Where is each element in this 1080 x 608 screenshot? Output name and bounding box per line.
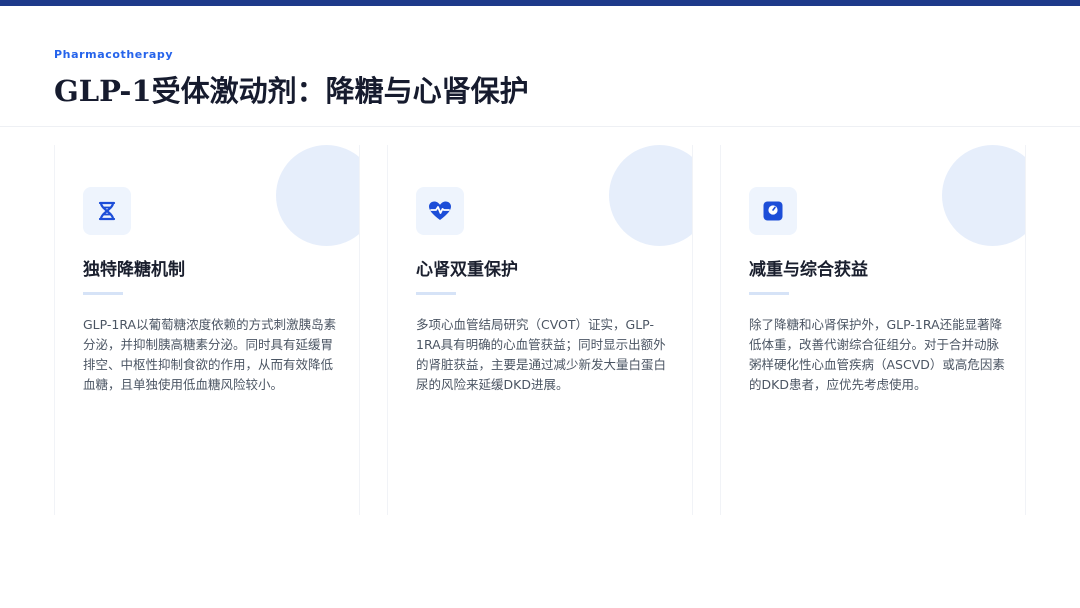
card-title: 减重与综合获益 <box>749 260 868 280</box>
decorative-circle <box>276 145 359 246</box>
card-mechanism: 独特降糖机制 GLP-1RA以葡萄糖浓度依赖的方式刺激胰岛素分泌，并抑制胰高糖素… <box>54 145 360 515</box>
page-title: GLP-1受体激动剂：降糖与心肾保护 <box>54 74 529 108</box>
icon-container <box>749 187 797 235</box>
decorative-circle <box>609 145 692 246</box>
card-body: GLP-1RA以葡萄糖浓度依赖的方式刺激胰岛素分泌，并抑制胰高糖素分泌。同时具有… <box>83 317 337 392</box>
card-divider <box>83 292 123 295</box>
eyebrow-label: Pharmacotherapy <box>54 48 174 61</box>
icon-container <box>416 187 464 235</box>
card-divider <box>749 292 789 295</box>
card-title: 独特降糖机制 <box>83 260 185 280</box>
header-divider <box>0 126 1080 127</box>
top-accent-bar <box>0 0 1080 6</box>
slide: Pharmacotherapy GLP-1受体激动剂：降糖与心肾保护 独特降糖机… <box>0 0 1080 608</box>
weight-scale-icon <box>762 200 784 222</box>
card-body: 除了降糖和心肾保护外，GLP-1RA还能显著降低体重，改善代谢综合征组分。对于合… <box>749 317 1005 392</box>
icon-container <box>83 187 131 235</box>
heart-pulse-icon <box>428 200 452 222</box>
dna-icon <box>96 200 118 222</box>
card-body: 多项心血管结局研究（CVOT）证实，GLP-1RA具有明确的心血管获益；同时显示… <box>416 317 667 392</box>
card-divider <box>416 292 456 295</box>
decorative-circle <box>942 145 1025 246</box>
card-title: 心肾双重保护 <box>416 260 518 280</box>
card-weight-loss: 减重与综合获益 除了降糖和心肾保护外，GLP-1RA还能显著降低体重，改善代谢综… <box>720 145 1026 515</box>
card-cardiorenal: 心肾双重保护 多项心血管结局研究（CVOT）证实，GLP-1RA具有明确的心血管… <box>387 145 693 515</box>
